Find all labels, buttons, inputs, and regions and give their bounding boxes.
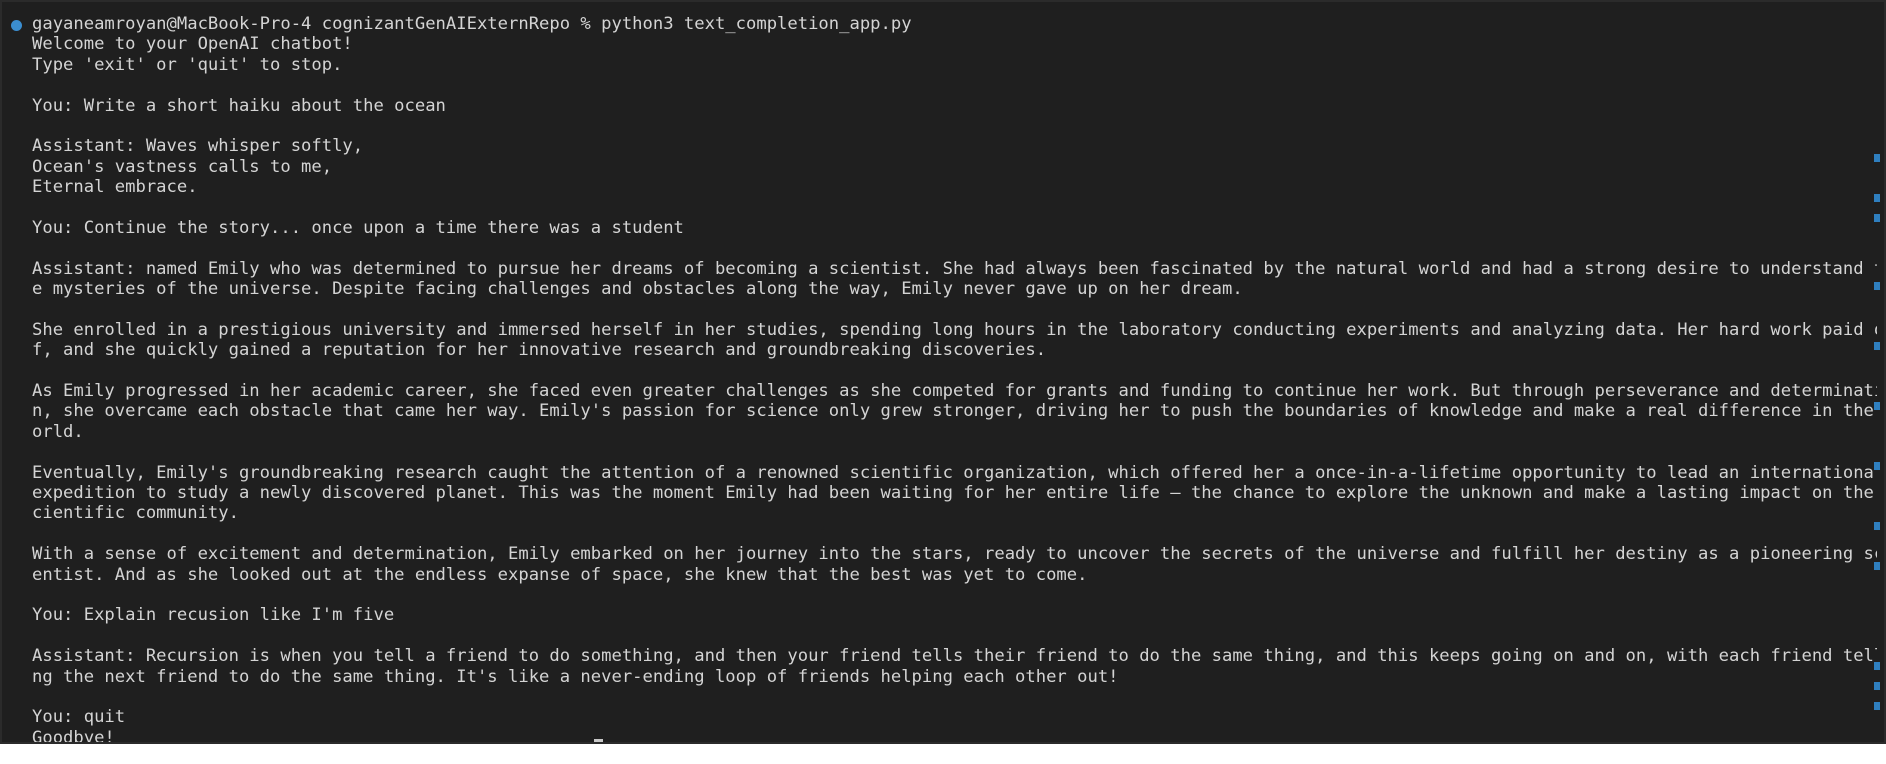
terminal-line: Assistant: Waves whisper softly, (32, 136, 364, 157)
terminal-line: She enrolled in a prestigious university… (32, 319, 1877, 340)
scrollbar-marker (1874, 462, 1880, 470)
terminal-line: Eternal embrace. (32, 177, 198, 198)
bottom-margin (0, 744, 1886, 764)
terminal-line: orld. (32, 421, 84, 442)
scrollbar-marker (1874, 282, 1880, 290)
terminal-line: Eventually, Emily's groundbreaking resea… (32, 462, 1877, 483)
terminal-line: You: quit (32, 707, 126, 728)
terminal-line: You: Write a short haiku about the ocean (32, 95, 446, 116)
scrollbar-marker (1874, 402, 1880, 410)
scrollbar-marker (1874, 214, 1880, 222)
scrollbar-marker (1874, 194, 1880, 202)
scrollbar-marker (1874, 562, 1880, 570)
terminal-line: Assistant: Recursion is when you tell a … (32, 646, 1877, 667)
terminal-line: cientific community. (32, 503, 239, 524)
terminal-line: You: Explain recusion like I'm five (32, 605, 395, 626)
terminal-line: You: Continue the story... once upon a t… (32, 217, 684, 238)
terminal-line: ng the next friend to do the same thing.… (32, 666, 1119, 687)
terminal-line: gayaneamroyan@MacBook-Pro-4 cognizantGen… (32, 14, 912, 34)
terminal-line: entist. And as she looked out at the end… (32, 564, 1088, 585)
terminal-line: Ocean's vastness calls to me, (32, 156, 333, 177)
terminal-line: e mysteries of the universe. Despite fac… (32, 279, 1243, 300)
terminal-line: As Emily progressed in her academic care… (32, 381, 1877, 402)
terminal-line: Welcome to your OpenAI chatbot! (32, 34, 353, 55)
terminal-line: n, she overcame each obstacle that came … (32, 401, 1877, 422)
terminal-line: Assistant: named Emily who was determine… (32, 258, 1877, 279)
terminal-line: With a sense of excitement and determina… (32, 544, 1877, 565)
scrollbar-marker (1874, 702, 1880, 710)
terminal-line: expedition to study a newly discovered p… (32, 482, 1877, 503)
command-status-icon (11, 20, 22, 31)
terminal-output: gayaneamroyan@MacBook-Pro-4 cognizantGen… (32, 14, 1877, 744)
scrollbar-marker (1874, 342, 1880, 350)
terminal-line: Goodbye! (32, 727, 115, 744)
scrollbar-marker (1874, 662, 1880, 670)
terminal-cursor (594, 739, 603, 742)
scrollbar-marker (1874, 522, 1880, 530)
scrollbar-marker (1874, 682, 1880, 690)
terminal-panel[interactable]: gayaneamroyan@MacBook-Pro-4 cognizantGen… (0, 0, 1886, 744)
terminal-line: Type 'exit' or 'quit' to stop. (32, 54, 343, 75)
terminal-line: f, and she quickly gained a reputation f… (32, 340, 1047, 361)
scrollbar-marker (1874, 154, 1880, 162)
